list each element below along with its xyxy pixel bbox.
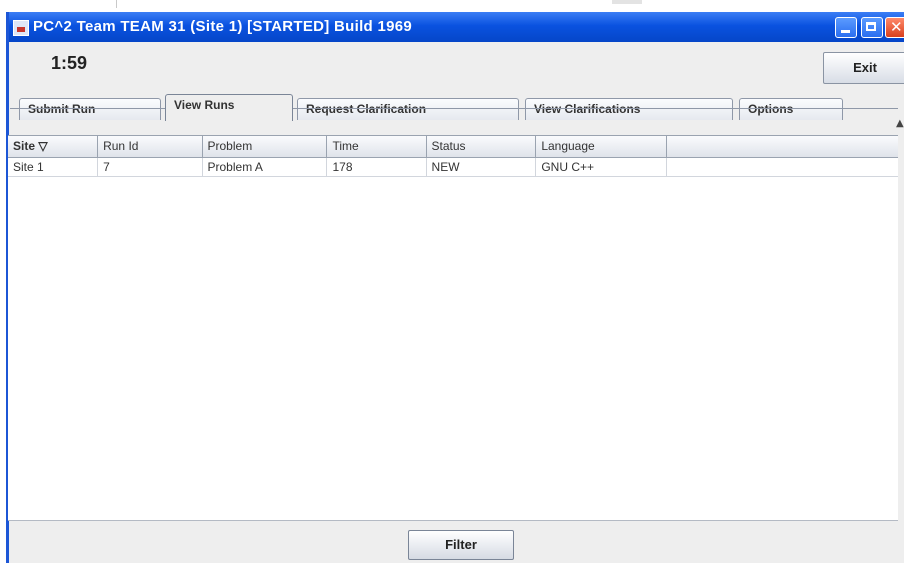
column-header-time[interactable]: Time [327,136,427,157]
column-header-blank[interactable] [667,136,898,157]
tab-request-clarification[interactable]: Request Clarification [297,98,519,120]
tab-view-runs[interactable]: View Runs [165,94,293,121]
contest-clock: 1:59 [51,53,88,73]
minimize-icon[interactable] [835,17,857,38]
column-header-problem[interactable]: Problem [203,136,328,157]
cell-site: Site 1 [8,158,99,177]
title-bar[interactable]: PC^2 Team TEAM 31 (Site 1) [STARTED] Bui… [9,12,904,42]
tab-bar: Submit Run View Runs Request Clarificati… [19,88,904,121]
cell-run-id: 7 [98,158,203,177]
table-row[interactable]: Site 1 7 Problem A 178 NEW GNU C++ [8,158,899,177]
table-header: Site ▽ Run Id Problem Time Status Langua… [8,136,898,158]
exit-button[interactable]: Exit [823,52,904,84]
tab-options[interactable]: Options [739,98,843,120]
cell-blank [666,158,899,177]
column-header-site[interactable]: Site ▽ [8,136,99,157]
background-mark [612,0,642,4]
column-header-run-id[interactable]: Run Id [98,136,203,157]
tab-view-clarifications[interactable]: View Clarifications [525,98,733,120]
cell-status: NEW [426,158,537,177]
column-header-status[interactable]: Status [427,136,537,157]
cell-time: 178 [327,158,427,177]
cell-problem: Problem A [202,158,328,177]
runs-table: Site ▽ Run Id Problem Time Status Langua… [8,135,899,521]
background-mark [116,0,117,8]
tab-submit-run[interactable]: Submit Run [19,98,161,120]
maximize-icon[interactable] [861,17,883,38]
app-icon[interactable] [13,20,29,36]
sort-arrow-icon: ▲ [896,118,904,129]
cell-language: GNU C++ [536,158,667,177]
filter-button[interactable]: Filter [408,530,514,560]
window-title: PC^2 Team TEAM 31 (Site 1) [STARTED] Bui… [33,18,413,35]
close-icon[interactable] [885,17,904,38]
footer-divider [8,520,898,521]
column-header-language[interactable]: Language [536,136,667,157]
tab-divider [10,108,898,109]
background-strip [0,0,904,12]
